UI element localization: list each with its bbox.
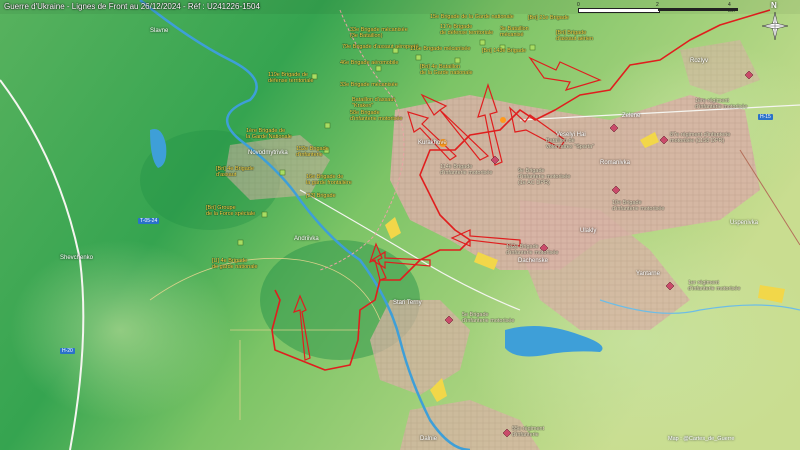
ua-unit-marker[interactable] <box>237 239 244 246</box>
ua-unit-label: [Bri] 4e Brigade d'assaut <box>216 166 254 178</box>
ua-unit-label: 15e Brigade de la Garde nationale <box>430 14 514 20</box>
ua-unit-label: 58e Brigade d'infanterie motorisée <box>350 110 403 122</box>
town-label: Dalnie <box>420 436 438 442</box>
compass-north-label: N <box>771 1 777 10</box>
ua-unit-marker[interactable] <box>375 65 382 72</box>
ua-unit-marker[interactable] <box>415 54 422 61</box>
map-title: Guerre d'Ukraine - Lignes de Front au 26… <box>4 2 260 11</box>
map-credit[interactable]: Map : @Cartes_de_Guerre <box>668 436 734 442</box>
ua-unit-label: 33e Brigade mécanisée (3e Bataillon) <box>350 27 408 39</box>
ua-unit-marker[interactable] <box>279 169 286 176</box>
ru-unit-label: 55e régiment d'infanterie <box>512 426 545 438</box>
ua-unit-marker[interactable] <box>324 122 331 129</box>
ua-unit-label: Bataillon d'assaut "Kraken" <box>352 97 395 109</box>
town-label: Rozlyv <box>690 58 709 64</box>
ua-unit-label: 1ère Brigade de la Garde Nationale <box>246 128 292 140</box>
town-label: Dachenske <box>518 258 549 264</box>
road-badge: H-15 <box>758 114 773 120</box>
ru-unit-label: 9e Brigade d'infanterie motorisée (1e AC… <box>518 168 571 186</box>
ua-unit-label: [33] Brigade <box>306 193 336 199</box>
ua-unit-label: [Bri] Brigade d'assaut aérien <box>556 30 594 42</box>
ua-unit-label: [Bri] Groupe de la Force spéciale <box>206 205 256 217</box>
town-label: Shevchenko <box>60 255 94 261</box>
ru-unit-label: 5e Brigade d'infanterie motorisée <box>462 312 515 324</box>
ua-unit-label: [Bri] 21e Brigade <box>528 15 569 21</box>
ua-unit-label: 119e Brigade de défense territoriale <box>268 72 314 84</box>
road-badge: H-20 <box>60 348 75 354</box>
scale-label: 4 km <box>728 2 735 14</box>
town-label: Yantarne <box>636 271 660 277</box>
town-label: Zelene <box>622 113 641 119</box>
town-label: Andriivka <box>294 236 319 242</box>
ua-unit-label: [Bri] 4e Bataillon de la Garde nationale <box>420 64 473 76</box>
terrain-hill <box>10 240 230 420</box>
ua-unit-label: 16e Brigade de la garde frontalière <box>306 174 352 186</box>
ua-unit-label: 46e Brigade aéromobile <box>340 60 399 66</box>
scale-segment <box>578 8 660 13</box>
road-badge: T-05-24 <box>138 218 160 224</box>
town-label: Slavne <box>150 28 169 34</box>
town-label: Romanivka <box>600 160 631 166</box>
ua-unit-marker[interactable] <box>479 39 486 46</box>
ru-unit-label: 1er régiment d'infanterie motorisée <box>688 280 741 292</box>
ua-unit-label: [Bri] 143e Brigade <box>482 48 527 54</box>
ua-unit-marker[interactable] <box>261 211 268 218</box>
ua-unit-label: 79e Brigade d'assaut aéroporté <box>342 44 419 50</box>
ru-unit-label: 10e Brigade d'infanterie motorisée <box>612 200 665 212</box>
ua-unit-label: [U] 4e Brigade de garde nationale <box>212 258 258 270</box>
contested-zone <box>500 117 506 123</box>
town-label: Kurakhove <box>418 140 447 146</box>
ru-unit-label: 87e régiment d'infanterie motorisée (115… <box>670 132 731 144</box>
ua-unit-label: 117e Brigade de défense territoriale <box>440 24 494 36</box>
scale-label: 0 <box>577 2 580 8</box>
ru-unit-label: 114e Brigade d'infanterie motorisée <box>440 164 493 176</box>
ua-unit-label: 3e Bataillon mécanisé <box>500 26 529 38</box>
scale-bar: 0 2 4 km <box>577 2 738 14</box>
ua-unit-marker[interactable] <box>529 44 536 51</box>
ua-unit-marker[interactable] <box>454 57 461 64</box>
map-canvas[interactable] <box>0 0 800 450</box>
ru-unit-label: 1ère régiment d'infanterie motorisée <box>695 98 748 110</box>
scale-segment <box>658 8 738 11</box>
ua-unit-label: 116e Brigade mécanisée <box>410 46 471 52</box>
town-label: Stari Terny <box>393 300 422 306</box>
scale-label: 2 <box>656 2 659 8</box>
town-label: Uspenivka <box>730 220 759 226</box>
ua-unit-label: 33e Brigade mécanisée <box>340 82 398 88</box>
town-label: Novodmytrivka <box>248 150 288 156</box>
compass-rose: N <box>758 1 792 42</box>
ru-unit-label: Bataillon de volontaires "Sparta" <box>546 138 595 150</box>
ua-unit-label: 152e Brigade d'infanterie <box>296 146 329 158</box>
town-label: Ulakly <box>580 228 597 234</box>
ru-unit-label: 132e Brigade d'infanterie motorisée <box>506 244 559 256</box>
